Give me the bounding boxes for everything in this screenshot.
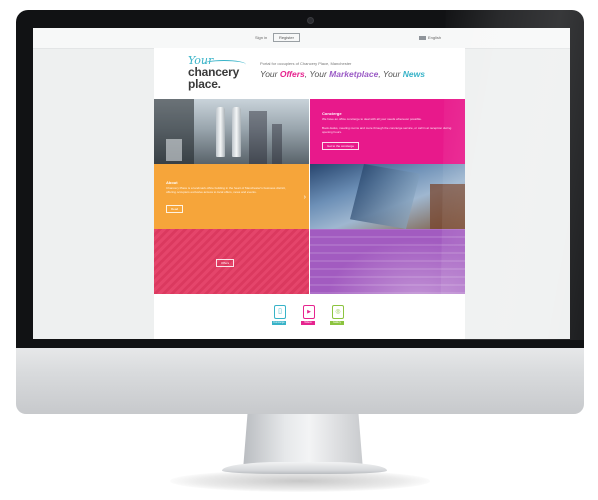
tagline-marketplace: Marketplace	[329, 69, 379, 79]
header-subtitle: Portal for occupiers of Chancery Place, …	[260, 61, 352, 66]
camera-icon	[307, 17, 314, 24]
photo-glass	[166, 139, 182, 161]
icon-item-concierge[interactable]: ▯ Concierge	[272, 305, 286, 327]
photo-building	[249, 111, 267, 164]
tile-about[interactable]: About Chancery Place is a landmark offic…	[154, 164, 309, 229]
tagline-part: , Your	[378, 69, 403, 79]
icon-label: Videos	[301, 321, 315, 325]
photo-building	[272, 124, 282, 164]
screen: Sign in Register English Your chancery p…	[33, 28, 570, 339]
phone-icon: ▯	[274, 305, 286, 319]
page-content: Your chancery place. Portal for occupier…	[154, 48, 465, 339]
monitor-chin	[16, 344, 584, 414]
tile-photo-atrium[interactable]	[310, 229, 465, 294]
header-tagline: Your Offers, Your Marketplace, Your News	[260, 69, 425, 79]
photo-atrium	[310, 229, 465, 294]
tile-photo-bottles[interactable]	[154, 99, 309, 164]
about-text: Chancery Place is a landmark office buil…	[166, 186, 286, 194]
concierge-title: Concierge	[322, 111, 342, 116]
tagline-part: , Your	[304, 69, 330, 79]
tagline-offers: Offers	[279, 69, 305, 79]
tagline-news: News	[402, 69, 425, 79]
tile-concierge[interactable]: Concierge We have an office concierge to…	[310, 99, 465, 164]
tagline-part: Your	[260, 69, 280, 79]
flag-icon	[419, 35, 426, 40]
tile-photo-building[interactable]	[310, 164, 465, 229]
bottom-icon-bar: ▯ Concierge ▶ Videos ◎ Gallery	[272, 305, 372, 335]
video-icon: ▶	[303, 305, 315, 319]
photo-bottle	[232, 107, 241, 157]
photo-bottle	[216, 107, 225, 157]
monitor-stand	[243, 410, 363, 470]
concierge-text: We have an office concierge to deal with…	[322, 117, 422, 121]
register-button[interactable]: Register	[273, 33, 300, 42]
icon-label: Concierge	[272, 321, 286, 325]
icon-item-videos[interactable]: ▶ Videos	[301, 305, 315, 327]
about-read-button[interactable]: Read	[166, 205, 184, 213]
site-topbar: Sign in Register English	[33, 28, 570, 49]
concierge-text-2: Book desks, meeting rooms and more throu…	[322, 126, 452, 134]
camera-icon: ◎	[332, 305, 344, 319]
about-title: About	[166, 180, 178, 185]
monitor-stand-base	[222, 462, 387, 474]
tile-offers[interactable]: Offers	[154, 229, 309, 294]
arrow-right-icon[interactable]: ›	[304, 194, 306, 201]
icon-label: Gallery	[330, 321, 344, 325]
offers-button[interactable]: Offers	[216, 259, 235, 267]
logo-line2: place.	[188, 77, 221, 91]
language-label: English	[428, 35, 442, 40]
photo-tower	[350, 164, 420, 229]
signin-label: Sign in	[255, 35, 268, 40]
icon-item-gallery[interactable]: ◎ Gallery	[330, 305, 344, 327]
site-logo[interactable]: Your chancery place.	[188, 54, 248, 94]
tile-grid: Concierge We have an office concierge to…	[154, 99, 465, 294]
photo-brick-building	[430, 184, 465, 229]
concierge-button[interactable]: Get to the concierge	[322, 142, 360, 150]
language-selector[interactable]: English	[419, 35, 441, 40]
